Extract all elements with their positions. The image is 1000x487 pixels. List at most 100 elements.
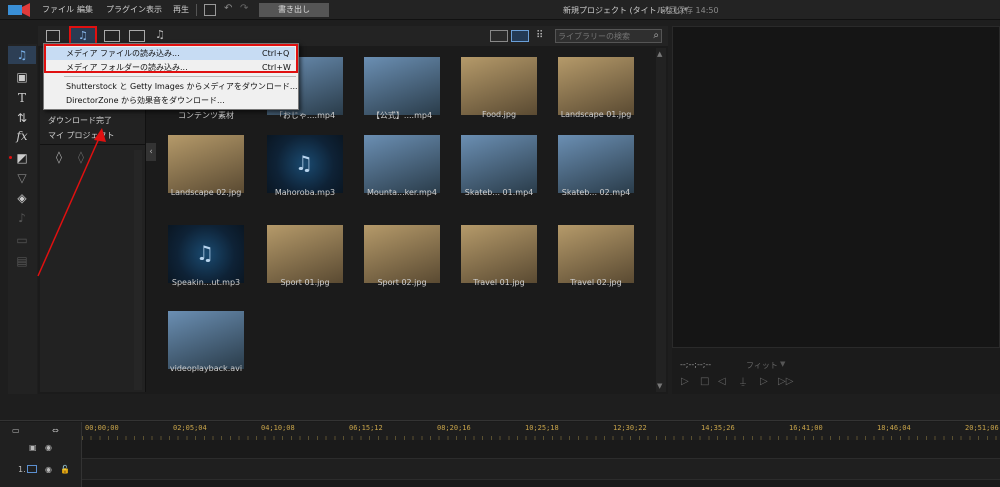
media-thumbnail[interactable] — [364, 135, 440, 193]
annotation-highlight-box — [44, 44, 298, 73]
video-track-icon — [27, 465, 37, 473]
redo-icon[interactable]: ↷ — [240, 3, 248, 14]
video-track-1[interactable] — [82, 458, 1000, 480]
search-input[interactable] — [558, 31, 643, 42]
media-filename: Sport 02.jpg — [377, 278, 427, 287]
media-filename: Mahoroba.mp3 — [274, 188, 336, 197]
stop-icon[interactable]: □ — [700, 376, 709, 387]
media-filename: Mounta...ker.mp4 — [367, 188, 437, 197]
pip-room-icon[interactable]: ◩ — [15, 151, 29, 165]
media-thumbnail[interactable] — [267, 225, 343, 283]
grid-view-icon[interactable] — [511, 30, 529, 42]
media-filename: Landscape 02.jpg — [170, 188, 242, 197]
tab-video-icon[interactable] — [104, 30, 120, 42]
music-note-icon: ♫ — [196, 241, 214, 265]
subtitle-room-icon[interactable]: ▭ — [15, 233, 29, 247]
export-button[interactable]: 書き出し — [259, 3, 329, 17]
tool-media-room[interactable]: ♫ — [8, 46, 36, 64]
fx-room-icon[interactable]: ▣ — [15, 70, 29, 84]
media-thumbnail[interactable] — [364, 225, 440, 283]
media-thumbnail[interactable] — [364, 57, 440, 115]
media-content-icon: ♫ — [78, 29, 88, 42]
ruler-label: 14;35;26 — [701, 424, 735, 432]
list-view-icon[interactable] — [490, 30, 508, 42]
next-frame-icon[interactable]: ▷ — [760, 376, 768, 387]
media-thumbnail[interactable]: ♫ — [168, 225, 244, 283]
menu-item-download-sfx[interactable]: DirectorZone から効果音をダウンロード... — [44, 94, 298, 107]
track-visibility-icon[interactable]: ◉ — [45, 465, 52, 474]
timeline-view-icon[interactable]: ▭ — [12, 426, 20, 435]
add-tag-icon[interactable]: ◊ — [56, 150, 62, 164]
media-filename: Sport 01.jpg — [280, 278, 330, 287]
scroll-down-icon[interactable]: ▼ — [657, 382, 662, 390]
media-filename: 「おじゃ....mp4 — [274, 111, 336, 120]
autosave-status: 前回保存 14:50 — [661, 6, 719, 15]
library-search[interactable]: ⌕ — [555, 29, 662, 43]
media-thumbnail[interactable] — [461, 225, 537, 283]
media-thumbnail[interactable] — [558, 135, 634, 193]
menu-view[interactable]: 表示 — [146, 4, 162, 15]
more-options-icon[interactable]: ⠿ — [536, 30, 543, 41]
tree-item-downloads[interactable]: ダウンロード完了 — [48, 115, 112, 126]
menu-item-download-stock[interactable]: Shutterstock と Getty Images からメディアをダウンロー… — [44, 80, 298, 93]
undo-icon[interactable]: ↶ — [224, 3, 232, 14]
menu-separator — [64, 76, 296, 77]
chapter-room-icon[interactable]: ◈ — [15, 191, 29, 205]
search-icon[interactable]: ⌕ — [653, 30, 659, 41]
menu-file[interactable]: ファイル — [42, 4, 74, 15]
tree-item-my-projects[interactable]: マイ プロジェクト — [48, 130, 115, 141]
media-filename: 【公式】....mp4 — [371, 111, 433, 120]
voice-room-icon[interactable]: ♪ — [15, 211, 29, 225]
tab-image-icon[interactable] — [129, 30, 145, 42]
scroll-up-icon[interactable]: ▲ — [657, 50, 662, 58]
menu-play[interactable]: 再生 — [173, 4, 189, 15]
media-filename: Food.jpg — [481, 110, 517, 119]
ruler-label: 06;15;12 — [349, 424, 383, 432]
layout-icon[interactable] — [204, 4, 216, 16]
menu-edit[interactable]: 編集 — [77, 4, 93, 15]
library-scrollbar[interactable] — [656, 48, 666, 392]
tree-scrollbar[interactable] — [134, 150, 142, 390]
media-thumbnail[interactable] — [168, 135, 244, 193]
media-thumbnail[interactable] — [558, 225, 634, 283]
prev-frame-icon[interactable]: ◁ — [718, 376, 726, 387]
media-thumbnail[interactable] — [461, 135, 537, 193]
menu-item-label: DirectorZone から効果音をダウンロード... — [66, 96, 225, 105]
tab-audio-icon[interactable]: ♫ — [155, 28, 165, 41]
fast-forward-icon[interactable]: ▷▷ — [778, 376, 793, 387]
media-thumbnail[interactable] — [558, 57, 634, 115]
media-thumbnail[interactable]: ♫ — [267, 135, 343, 193]
snapshot-icon[interactable]: ⍊ — [740, 376, 746, 387]
track-manager-icon[interactable]: ▣ — [29, 443, 37, 452]
ruler-label: 08;20;16 — [437, 424, 471, 432]
media-thumbnail[interactable] — [168, 311, 244, 369]
preview-screen — [672, 26, 1000, 348]
lock-icon[interactable]: 🔓 — [60, 465, 70, 474]
media-filename: Landscape 01.jpg — [560, 110, 632, 119]
media-thumbnail[interactable] — [461, 57, 537, 115]
media-filename: コンテンツ素材 — [178, 111, 234, 120]
effect-room-icon[interactable]: fx — [15, 129, 29, 143]
ruler-label: 16;41;00 — [789, 424, 823, 432]
chevron-down-icon[interactable]: ▼ — [780, 360, 785, 368]
collapse-panel-icon[interactable]: ‹ — [146, 143, 156, 161]
title-room-icon[interactable]: T — [15, 91, 29, 105]
ruler-label: 04;10;08 — [261, 424, 295, 432]
play-icon[interactable]: ▷ — [681, 376, 689, 387]
transition-room-icon[interactable]: ⇅ — [15, 111, 29, 125]
ruler-label: 10;25;18 — [525, 424, 559, 432]
media-filename: Skateb... 01.mp4 — [464, 188, 534, 197]
media-filename: videoplayback.avi — [169, 364, 243, 373]
import-icon[interactable] — [46, 30, 60, 42]
app-logo-icon — [8, 3, 30, 17]
menu-plugin[interactable]: プラグイン — [106, 4, 146, 15]
notification-dot — [9, 156, 12, 159]
fit-timeline-icon[interactable]: ⇔ — [52, 426, 59, 435]
audio-mix-room-icon[interactable]: ▤ — [15, 254, 29, 268]
zoom-fit-select[interactable]: フィット — [746, 360, 778, 371]
eye-icon[interactable]: ◉ — [45, 443, 52, 452]
media-filename: Travel 01.jpg — [473, 278, 525, 287]
particle-room-icon[interactable]: ▽ — [15, 171, 29, 185]
timecode-display: --;--;--;-- — [680, 360, 712, 369]
remove-tag-icon[interactable]: ◊ — [78, 150, 84, 164]
